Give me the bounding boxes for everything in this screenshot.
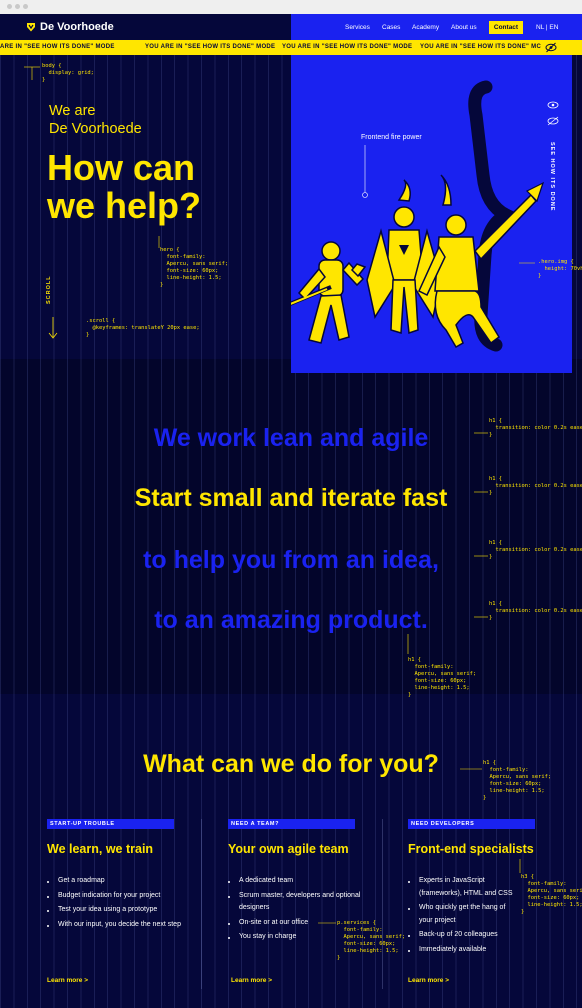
- hero-title: How can we help?: [47, 147, 202, 226]
- contact-button[interactable]: Contact: [489, 21, 523, 34]
- learn-more-link[interactable]: Learn more >: [408, 977, 449, 984]
- code-annotation-h1: h1 { transition: color 0.2s ease; }: [489, 418, 582, 438]
- logo-shield-icon[interactable]: [26, 22, 36, 32]
- list-item: Test your idea using a prototype: [47, 904, 182, 917]
- list-item: Budget indication for your project: [47, 890, 182, 903]
- card-title: Your own agile team: [228, 842, 349, 856]
- hero-illustration: [291, 80, 559, 352]
- list-item: Get a roadmap: [47, 875, 182, 888]
- list-item: Who quickly get the hang of your project: [408, 902, 513, 927]
- logo-text[interactable]: De Voorhoede: [40, 21, 114, 33]
- code-annotation-h3: h3 { font-family: Apercu, sans serif; fo…: [521, 874, 582, 915]
- code-annotation-hero: hero { font-family: Apercu, sans serif; …: [160, 247, 229, 288]
- card-title: Front-end specialists: [408, 842, 534, 856]
- annotation-arrow: [318, 922, 336, 924]
- code-annotation-services: p.services { font-family: Apercu, sans s…: [337, 920, 406, 961]
- code-annotation-scroll: .scroll { @keyframes: translateY 20px ea…: [86, 318, 200, 338]
- statements-section: [0, 359, 582, 694]
- learn-more-link[interactable]: Learn more >: [231, 977, 272, 984]
- page-viewport: De Voorhoede Services Cases Academy Abou…: [0, 14, 582, 1008]
- list-item: With our input, you decide the next step: [47, 919, 182, 932]
- see-how-its-done-label[interactable]: SEE HOW ITS DONE: [549, 142, 555, 211]
- window-maximize-button[interactable]: [23, 4, 28, 9]
- code-annotation-h1: h1 { transition: color 0.2s ease; }: [489, 601, 582, 621]
- card-title: We learn, we train: [47, 842, 154, 856]
- list-item: Back-up of 20 colleagues: [408, 929, 513, 942]
- hero-subtitle: We are De Voorhoede: [49, 103, 142, 137]
- annotation-arrow: [519, 859, 521, 873]
- window-close-button[interactable]: [7, 4, 12, 9]
- card-tag: START-UP TROUBLE: [47, 819, 174, 829]
- eye-off-icon[interactable]: [545, 42, 557, 53]
- marquee-text: ARE IN "SEE HOW ITS DONE" MODE: [0, 44, 115, 50]
- list-item: Immediately available: [408, 944, 513, 957]
- nav-link-cases[interactable]: Cases: [382, 24, 400, 31]
- browser-titlebar: [0, 0, 582, 14]
- list-item: Scrum master, developers and optional de…: [228, 890, 363, 915]
- marquee-text: YOU ARE IN "SEE HOW ITS DONE" MC: [420, 44, 542, 50]
- card-list: Get a roadmap Budget indication for your…: [47, 875, 182, 933]
- code-annotation-h1: h1 { transition: color 0.2s ease; }: [489, 540, 582, 560]
- card-list: Experts in JavaScript (frameworks), HTML…: [408, 875, 513, 958]
- illustration-caption: Frontend fire power: [361, 134, 422, 141]
- column-divider: [382, 819, 383, 989]
- annotation-arrow: [24, 66, 40, 80]
- code-annotation-h1: h1 { transition: color 0.2s ease; }: [489, 476, 582, 496]
- language-switch[interactable]: NL | EN: [536, 24, 558, 31]
- annotation-arrow: [158, 236, 160, 248]
- annotation-arrows: [474, 432, 488, 618]
- annotation-arrow: [460, 768, 482, 770]
- list-item: Experts in JavaScript (frameworks), HTML…: [408, 875, 513, 900]
- card-tag: NEED A TEAM?: [228, 819, 355, 829]
- nav-link-services[interactable]: Services: [345, 24, 370, 31]
- marquee-text: YOU ARE IN "SEE HOW ITS DONE" MODE: [145, 44, 276, 50]
- arrow-down-icon[interactable]: [47, 317, 59, 339]
- code-annotation-h1-font: h1 { font-family: Apercu, sans serif; fo…: [408, 657, 477, 698]
- top-navigation: De Voorhoede Services Cases Academy Abou…: [0, 14, 582, 40]
- code-annotation-body: body { display: grid; }: [42, 63, 94, 83]
- annotation-arrow: [407, 634, 409, 654]
- browser-window: De Voorhoede Services Cases Academy Abou…: [0, 0, 582, 1008]
- marquee-text: YOU ARE IN "SEE HOW ITS DONE" MODE: [282, 44, 413, 50]
- card-tag: NEED DEVELOPERS: [408, 819, 535, 829]
- learn-more-link[interactable]: Learn more >: [47, 977, 88, 984]
- nav-link-academy[interactable]: Academy: [412, 24, 439, 31]
- window-minimize-button[interactable]: [15, 4, 20, 9]
- column-divider: [201, 819, 202, 989]
- list-item: A dedicated team: [228, 875, 363, 888]
- code-annotation-h1-font: h1 { font-family: Apercu, sans serif; fo…: [483, 760, 552, 801]
- nav-link-about-us[interactable]: About us: [451, 24, 477, 31]
- scroll-label[interactable]: SCROLL: [46, 275, 52, 304]
- mode-marquee: ARE IN "SEE HOW ITS DONE" MODE YOU ARE I…: [0, 40, 582, 55]
- code-annotation-hero-img: .hero.img { height: 70vh; }: [538, 259, 582, 279]
